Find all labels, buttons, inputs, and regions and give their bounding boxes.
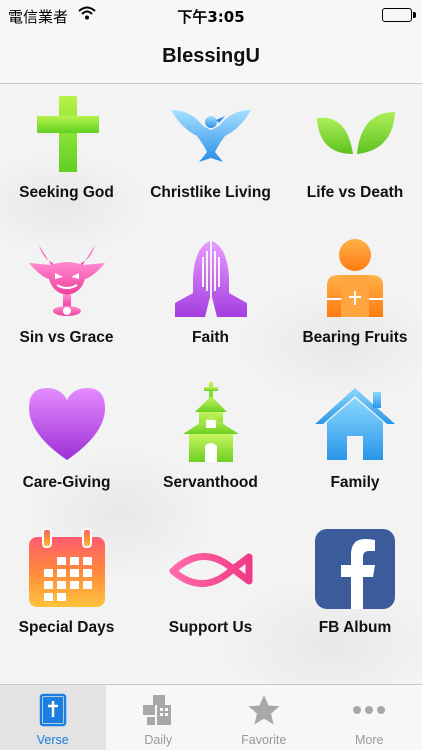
category-sin-vs-grace[interactable]: Sin vs Grace bbox=[0, 229, 133, 374]
fish-icon bbox=[169, 527, 253, 611]
calendar-icon bbox=[25, 527, 109, 611]
leaves-icon bbox=[313, 92, 397, 176]
category-christlike-living[interactable]: Christlike Living bbox=[133, 84, 288, 229]
devil-icon bbox=[25, 237, 109, 321]
battery-icon bbox=[382, 8, 416, 22]
category-grid: Seeking God Christlike Living Life vs De… bbox=[0, 84, 422, 684]
category-label: FB Album bbox=[318, 619, 392, 636]
more-icon bbox=[350, 691, 388, 729]
person-icon bbox=[313, 237, 397, 321]
category-label: Bearing Fruits bbox=[302, 329, 408, 346]
category-label: Family bbox=[330, 474, 380, 491]
tab-label: Favorite bbox=[241, 733, 287, 747]
facebook-icon bbox=[313, 527, 397, 611]
tab-daily[interactable]: Daily bbox=[106, 685, 212, 750]
category-seeking-god[interactable]: Seeking God bbox=[0, 84, 133, 229]
category-support-us[interactable]: Support Us bbox=[133, 519, 288, 664]
daily-icon bbox=[139, 691, 177, 729]
cross-icon bbox=[25, 92, 109, 176]
category-label: Christlike Living bbox=[150, 184, 271, 201]
category-care-giving[interactable]: Care-Giving bbox=[0, 374, 133, 519]
status-time: 下午3:05 bbox=[177, 8, 245, 26]
category-label: Special Days bbox=[18, 619, 115, 636]
category-special-days[interactable]: Special Days bbox=[0, 519, 133, 664]
category-label: Support Us bbox=[168, 619, 253, 636]
dove-icon bbox=[169, 92, 253, 176]
category-label: Sin vs Grace bbox=[19, 329, 114, 346]
category-label: Care-Giving bbox=[22, 474, 111, 491]
category-grid-area: Seeking God Christlike Living Life vs De… bbox=[0, 84, 422, 684]
category-life-vs-death[interactable]: Life vs Death bbox=[288, 84, 422, 229]
status-bar: 電信業者 下午3:05 bbox=[0, 0, 422, 30]
tab-favorite[interactable]: Favorite bbox=[211, 685, 317, 750]
tab-label: Daily bbox=[144, 733, 173, 747]
navigation-bar: BlessingU bbox=[0, 30, 422, 84]
category-fb-album[interactable]: FB Album bbox=[288, 519, 422, 664]
house-icon bbox=[313, 382, 397, 466]
category-faith[interactable]: Faith bbox=[133, 229, 288, 374]
tab-more[interactable]: More bbox=[317, 685, 422, 750]
heart-icon bbox=[25, 382, 109, 466]
category-label: Servanthood bbox=[163, 474, 258, 491]
category-label: Faith bbox=[191, 329, 230, 346]
category-servanthood[interactable]: Servanthood bbox=[133, 374, 288, 519]
tab-label: Verse bbox=[36, 733, 69, 747]
star-icon bbox=[245, 691, 283, 729]
tab-bar: Verse Daily Favorite More bbox=[0, 684, 422, 750]
page-title: BlessingU bbox=[162, 45, 260, 67]
church-icon bbox=[169, 382, 253, 466]
bible-icon bbox=[34, 691, 72, 729]
category-bearing-fruits[interactable]: Bearing Fruits bbox=[288, 229, 422, 374]
tab-verse[interactable]: Verse bbox=[0, 685, 106, 750]
praying-hands-icon bbox=[169, 237, 253, 321]
category-label: Seeking God bbox=[19, 184, 114, 201]
category-label: Life vs Death bbox=[306, 184, 404, 201]
category-family[interactable]: Family bbox=[288, 374, 422, 519]
tab-label: More bbox=[355, 733, 384, 747]
